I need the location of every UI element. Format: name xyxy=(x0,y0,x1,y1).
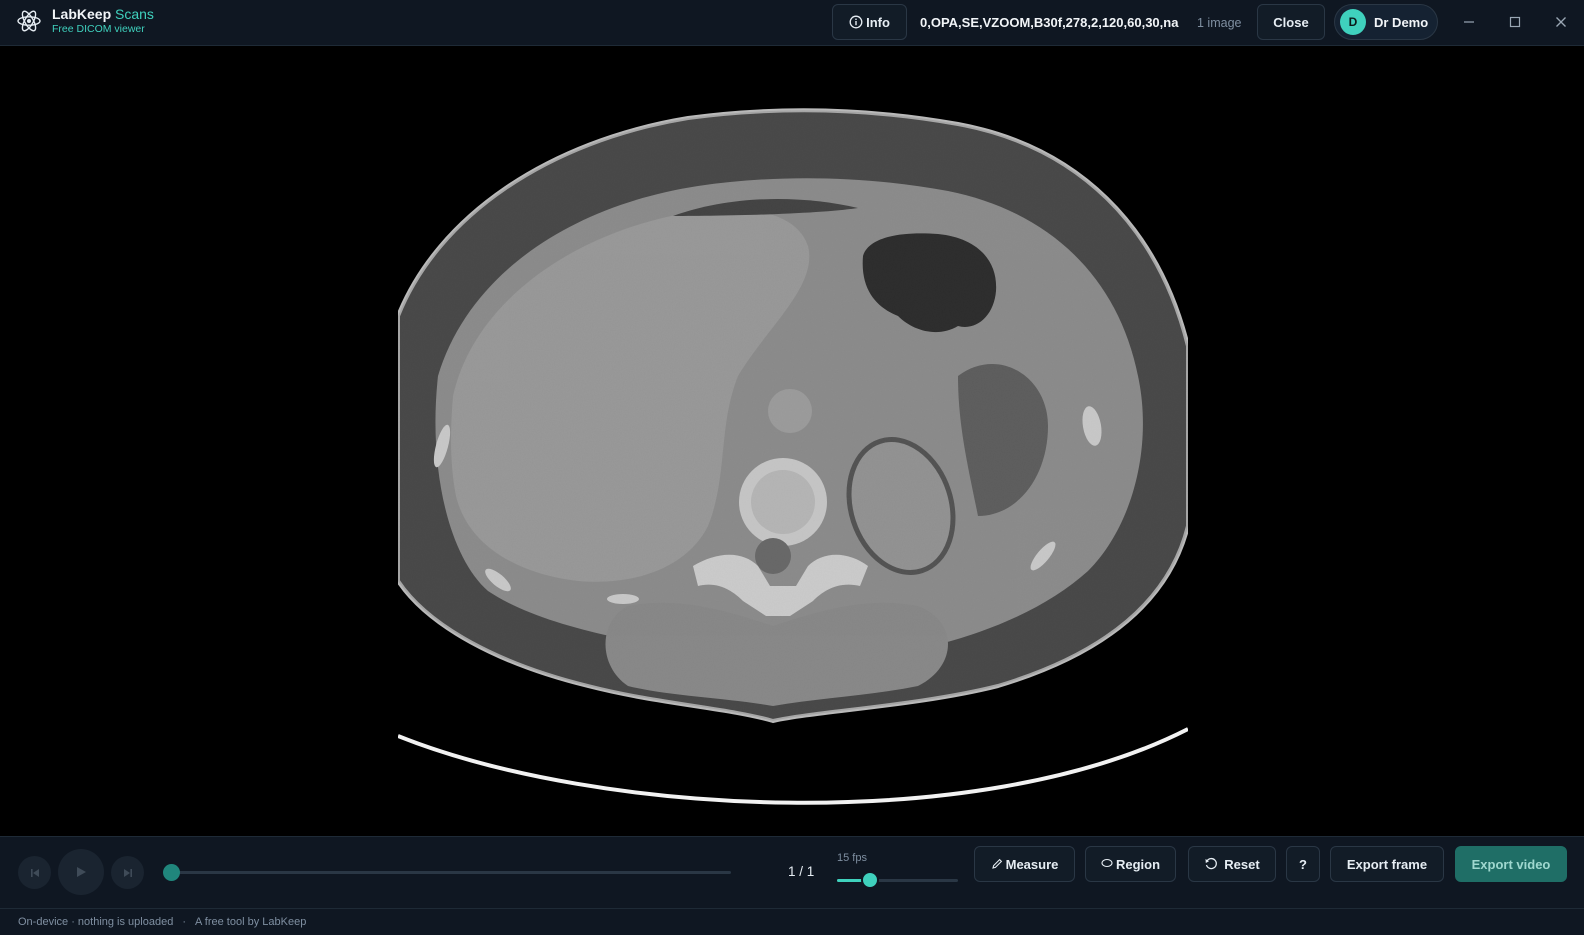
brand: LabKeep Scans Free DICOM viewer xyxy=(16,6,154,35)
frame-counter: 1 / 1 xyxy=(788,864,815,879)
separator-dot: · xyxy=(182,916,186,928)
export-video-button[interactable]: Export video xyxy=(1455,846,1567,882)
help-button[interactable]: ? xyxy=(1286,846,1320,882)
measure-button[interactable]: Measure xyxy=(974,846,1075,882)
credit-link[interactable]: A free tool by LabKeep xyxy=(195,916,306,928)
reset-label: Reset xyxy=(1224,856,1260,872)
ellipse-icon xyxy=(1101,858,1113,868)
app-name: LabKeep Scans xyxy=(52,6,154,22)
playback-toolbar: 1 / 1 15 fps Measure Region Reset ? Expo… xyxy=(0,836,1584,908)
frame-scrubber[interactable] xyxy=(171,871,731,874)
title-bar: LabKeep Scans Free DICOM viewer Info 0,O… xyxy=(0,0,1584,46)
reset-button[interactable]: Reset xyxy=(1188,846,1276,882)
region-button[interactable]: Region xyxy=(1085,846,1176,882)
frame-scrubber-thumb[interactable] xyxy=(163,864,180,881)
info-label: Info xyxy=(866,14,890,30)
region-label: Region xyxy=(1115,856,1161,872)
avatar: D xyxy=(1340,9,1366,35)
app-name-accent: Scans xyxy=(115,6,154,22)
status-bar: On-device · nothing is uploaded · A free… xyxy=(0,908,1584,935)
maximize-icon[interactable] xyxy=(1503,10,1527,34)
info-icon xyxy=(849,15,863,29)
skip-back-icon[interactable] xyxy=(18,856,51,889)
fps-slider-thumb[interactable] xyxy=(860,871,879,889)
play-icon[interactable] xyxy=(58,849,104,895)
reset-icon xyxy=(1205,857,1218,870)
atom-icon xyxy=(17,10,41,31)
app-subtitle: Free DICOM viewer xyxy=(52,23,145,35)
minimize-icon[interactable] xyxy=(1457,10,1481,34)
export-frame-button[interactable]: Export frame xyxy=(1330,846,1444,882)
measure-label: Measure xyxy=(1005,856,1059,872)
series-title: 0,OPA,SE,VZOOM,B30f,278,2,120,60,30,na xyxy=(920,15,1179,30)
fps-label: 15 fps xyxy=(837,852,867,864)
close-button[interactable]: Close xyxy=(1257,4,1325,40)
skip-forward-icon[interactable] xyxy=(111,856,144,889)
info-button[interactable]: Info xyxy=(832,4,907,40)
close-icon[interactable] xyxy=(1549,10,1573,34)
pencil-icon xyxy=(991,858,1002,869)
privacy-note: On-device · nothing is uploaded xyxy=(18,916,174,928)
fps-slider[interactable] xyxy=(837,879,958,882)
user-name: Dr Demo xyxy=(1374,14,1429,30)
image-count: 1 image xyxy=(1197,16,1242,30)
image-viewport[interactable] xyxy=(0,46,1584,836)
user-menu-button[interactable]: D Dr Demo xyxy=(1334,4,1438,40)
ct-scan-image xyxy=(398,108,1188,805)
